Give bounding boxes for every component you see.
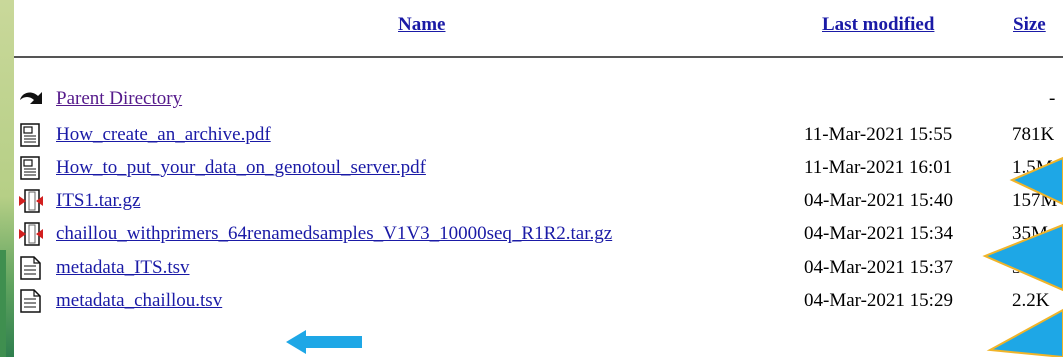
modified-date: 04-Mar-2021 15:34 <box>804 223 953 244</box>
file-link[interactable]: How_to_put_your_data_on_genotoul_server.… <box>56 157 426 179</box>
modified-date: 04-Mar-2021 15:29 <box>804 290 953 311</box>
table-row: How_to_put_your_data_on_genotoul_server.… <box>14 153 1063 183</box>
header-divider <box>14 56 1063 58</box>
modified-date: 04-Mar-2021 15:40 <box>804 190 953 211</box>
text-file-icon <box>20 256 41 280</box>
parent-directory-link[interactable]: Parent Directory <box>56 88 182 110</box>
archive-icon <box>19 222 43 246</box>
annotation-arrows-right-icon <box>982 156 1063 357</box>
column-header-name[interactable]: Name <box>398 14 445 36</box>
column-header-size[interactable]: Size <box>1013 14 1046 36</box>
back-icon <box>20 92 42 104</box>
table-row: Parent Directory - <box>14 84 1063 114</box>
file-link[interactable]: ITS1.tar.gz <box>56 190 140 212</box>
modified-date: 11-Mar-2021 16:01 <box>804 157 953 178</box>
file-link[interactable]: How_create_an_archive.pdf <box>56 124 271 146</box>
text-file-icon <box>20 289 41 313</box>
table-row: How_create_an_archive.pdf 11-Mar-2021 15… <box>14 120 1063 150</box>
table-row: metadata_ITS.tsv 04-Mar-2021 15:37 3K <box>14 253 1063 283</box>
modified-date: 04-Mar-2021 15:37 <box>804 257 953 278</box>
annotation-arrow-left-icon <box>286 330 362 354</box>
file-link[interactable]: metadata_ITS.tsv <box>56 257 190 279</box>
slide-background-strip <box>0 0 14 357</box>
file-size: - <box>1049 88 1056 109</box>
table-row: ITS1.tar.gz 04-Mar-2021 15:40 157M <box>14 186 1063 216</box>
archive-icon <box>19 189 43 213</box>
file-link[interactable]: chaillou_withprimers_64renamedsamples_V1… <box>56 223 612 245</box>
table-row: metadata_chaillou.tsv 04-Mar-2021 15:29 … <box>14 286 1063 316</box>
document-icon <box>20 123 40 147</box>
column-header-last-modified[interactable]: Last modified <box>822 14 934 36</box>
table-row: chaillou_withprimers_64renamedsamples_V1… <box>14 219 1063 249</box>
modified-date: 11-Mar-2021 15:55 <box>804 124 953 145</box>
file-size: 781K <box>1012 124 1055 145</box>
document-icon <box>20 156 40 180</box>
file-link[interactable]: metadata_chaillou.tsv <box>56 290 222 312</box>
